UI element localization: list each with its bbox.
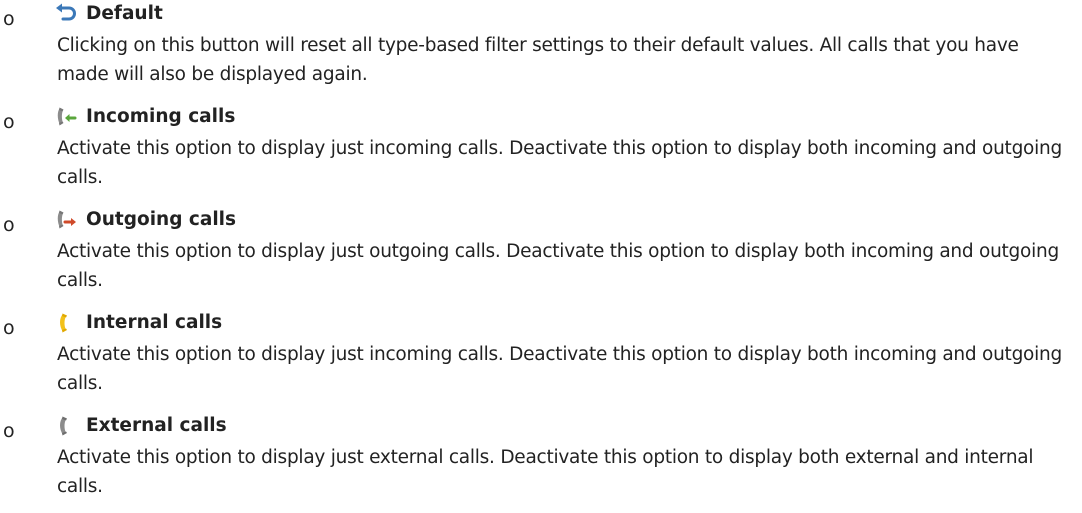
bullet-marker: o <box>3 420 15 442</box>
item-description: Activate this option to display just inc… <box>57 344 1062 394</box>
bullet-marker: o <box>3 214 15 236</box>
bullet-marker: o <box>3 317 15 339</box>
bullet-marker: o <box>3 111 15 133</box>
item-description: Activate this option to display just out… <box>57 241 1059 291</box>
item-description: Activate this option to display just inc… <box>57 138 1062 188</box>
bullet-marker: o <box>3 8 15 30</box>
incoming-call-icon <box>54 106 78 128</box>
list-item-internal-calls: o Internal calls Activate this option to… <box>0 309 1082 412</box>
outgoing-call-icon <box>54 209 78 231</box>
item-heading-row: Internal calls <box>54 309 222 337</box>
list-item-external-calls: o External calls Activate this option to… <box>0 412 1082 513</box>
item-title: Incoming calls <box>86 106 236 127</box>
item-title: External calls <box>86 415 227 436</box>
item-title: Default <box>86 3 163 24</box>
item-heading-row: Default <box>54 0 163 28</box>
external-call-icon <box>54 415 78 437</box>
list-item-outgoing-calls: o Outgoing calls Activate this option to… <box>0 206 1082 309</box>
item-heading-row: Outgoing calls <box>54 206 236 234</box>
item-description: Activate this option to display just ext… <box>57 447 1034 497</box>
item-description: Clicking on this button will reset all t… <box>57 35 1019 85</box>
internal-call-icon <box>54 312 78 334</box>
item-heading-row: External calls <box>54 412 227 440</box>
list-item-default: o Default Clicking on this button will r… <box>0 0 1082 103</box>
reset-arrow-icon <box>54 3 78 25</box>
item-heading-row: Incoming calls <box>54 103 235 131</box>
document-page: o Default Clicking on this button will r… <box>0 0 1082 513</box>
item-title: Internal calls <box>86 312 223 333</box>
item-title: Outgoing calls <box>86 209 237 230</box>
list-item-incoming-calls: o Incoming calls Activate this option to… <box>0 103 1082 206</box>
